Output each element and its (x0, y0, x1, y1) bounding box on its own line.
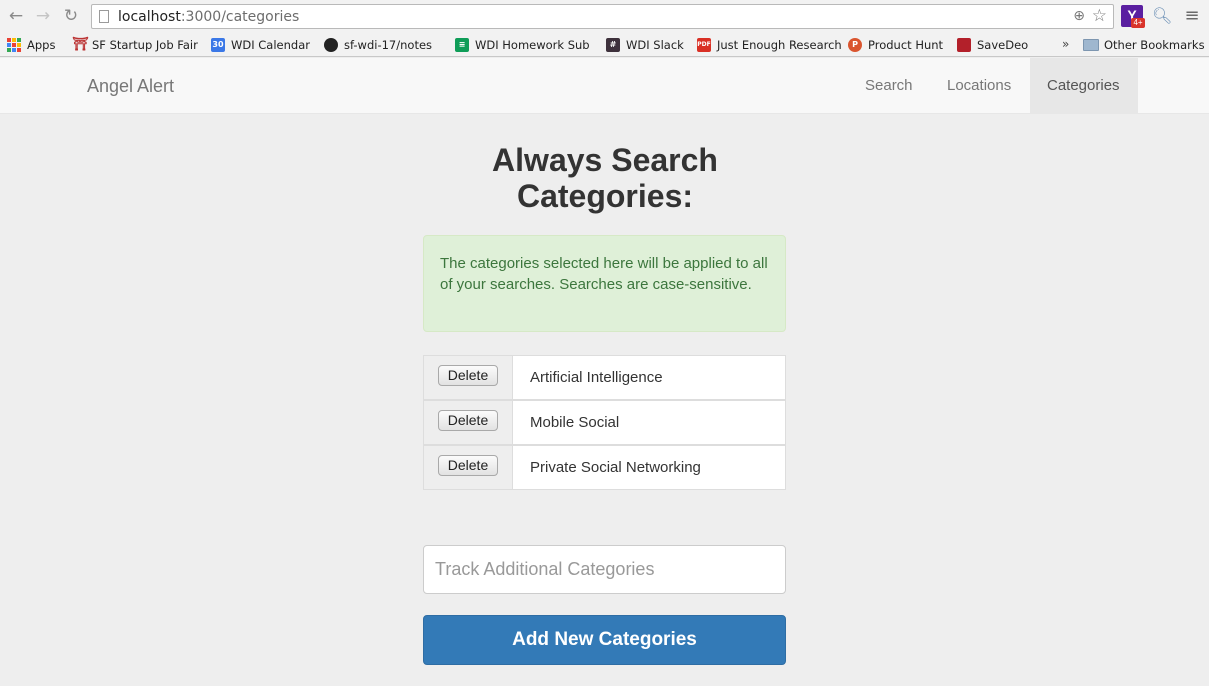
info-alert: The categories selected here will be app… (423, 235, 786, 332)
folder-icon (1083, 39, 1099, 51)
apps-grid-icon (7, 38, 21, 52)
bookmark-product-hunt[interactable]: P Product Hunt (848, 36, 943, 54)
page-title: Always Search Categories: (424, 142, 786, 214)
bookmark-wdi-slack[interactable]: # WDI Slack (606, 36, 684, 54)
bookmarks-bar: Apps ⛩ SF Startup Job Fair 30 WDI Calend… (0, 33, 1209, 57)
pdf-icon: PDF (697, 38, 711, 52)
bookmark-label: sf-wdi-17/notes (344, 38, 433, 52)
bookmark-label: Just Enough Research (717, 38, 842, 52)
bridge-icon: ⛩ (72, 37, 89, 52)
savedeo-icon (957, 38, 971, 52)
menu-icon[interactable]: ≡ (1183, 6, 1201, 26)
address-bar[interactable]: localhost:3000/categories ⊕ ☆ (91, 4, 1114, 29)
product-hunt-icon: P (848, 38, 862, 52)
category-name: Mobile Social (530, 414, 620, 431)
bookmark-label: Product Hunt (868, 38, 944, 52)
bookmark-label: SaveDeo (977, 38, 1029, 52)
page-title-line-2: Categories: (516, 178, 694, 214)
app-navbar: Angel Alert Search Locations Categories (0, 58, 1209, 114)
delete-button[interactable]: Delete (438, 410, 498, 431)
track-categories-input[interactable] (423, 545, 786, 594)
back-arrow-icon[interactable]: ← (6, 6, 26, 26)
nav-link-categories[interactable]: Categories (1030, 58, 1138, 113)
bookmark-sf-wdi-notes[interactable]: sf-wdi-17/notes (324, 36, 432, 54)
delete-button[interactable]: Delete (438, 455, 498, 476)
bookmark-other-bookmarks[interactable]: Other Bookmarks (1083, 36, 1205, 54)
category-row: Delete Artificial Intelligence (423, 355, 786, 400)
delete-cell: Delete (424, 401, 513, 444)
bookmark-label: WDI Calendar (231, 38, 310, 52)
delete-cell: Delete (424, 356, 513, 399)
bookmark-label: WDI Slack (626, 38, 684, 52)
bookmark-label: Apps (27, 38, 56, 52)
bookmark-wdi-homework[interactable]: ≡ WDI Homework Subr (455, 36, 589, 54)
nav-link-locations[interactable]: Locations (930, 58, 1028, 113)
github-icon (324, 38, 338, 52)
bookmark-label: Other Bookmarks (1104, 38, 1205, 52)
bookmark-sf-startup-job-fair[interactable]: ⛩ SF Startup Job Fair (72, 36, 198, 54)
nav-link-search[interactable]: Search (848, 58, 930, 113)
bookmark-wdi-calendar[interactable]: 30 WDI Calendar (211, 36, 310, 54)
url-text[interactable]: localhost:3000/categories (118, 9, 299, 25)
zoom-icon[interactable]: ⊕ (1073, 8, 1085, 24)
browser-toolbar: ← → ↻ localhost:3000/categories ⊕ ☆ Y 4+… (0, 0, 1209, 33)
delete-button[interactable]: Delete (438, 365, 498, 386)
url-path: :3000/categories (180, 9, 300, 25)
brand-logo-text[interactable]: Angel Alert (87, 76, 174, 97)
sheets-icon: ≡ (455, 38, 469, 52)
bookmark-star-icon[interactable]: ☆ (1092, 6, 1107, 26)
page-icon (99, 10, 109, 23)
extension-badge: 4+ (1131, 18, 1145, 28)
forward-arrow-icon[interactable]: → (33, 6, 53, 26)
calendar-icon: 30 (211, 38, 225, 52)
bookmark-label: SF Startup Job Fair (92, 38, 198, 52)
slack-icon: # (606, 38, 620, 52)
delete-cell: Delete (424, 446, 513, 489)
bookmark-just-enough-research[interactable]: PDF Just Enough Research (697, 36, 842, 54)
bookmarks-overflow-chevron[interactable]: » (1062, 37, 1069, 51)
category-name: Private Social Networking (530, 459, 701, 476)
bookmark-savedeo[interactable]: SaveDeo (957, 36, 1028, 54)
category-row: Delete Private Social Networking (423, 445, 786, 490)
bookmark-label: WDI Homework Subr (475, 38, 589, 52)
bookmark-apps[interactable]: Apps (7, 36, 55, 54)
url-host: localhost (118, 9, 181, 25)
add-new-categories-button[interactable]: Add New Categories (423, 615, 786, 665)
page-title-line-1: Always Search (492, 142, 718, 178)
category-row: Delete Mobile Social (423, 400, 786, 445)
category-name: Artificial Intelligence (530, 369, 663, 386)
reload-icon[interactable]: ↻ (61, 6, 81, 26)
search-extension-icon[interactable]: 🔍︎ (1152, 6, 1172, 26)
